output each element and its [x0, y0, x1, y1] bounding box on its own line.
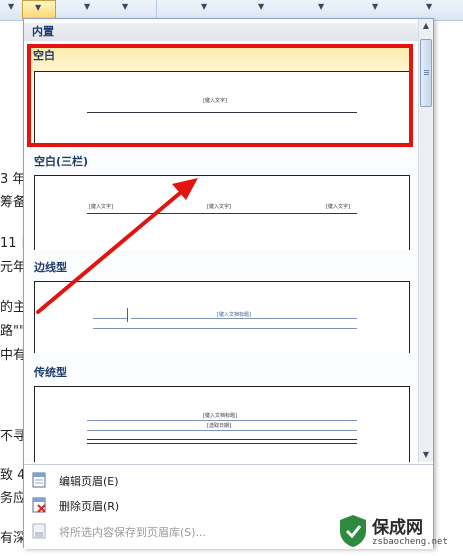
scrollbar-thumb[interactable] — [420, 39, 432, 107]
dropdown-arrow-icon[interactable]: ▼ — [372, 2, 378, 11]
doc-line: 3 年 — [0, 172, 26, 187]
gallery-item-label: 空白(三栏) — [34, 155, 89, 168]
shield-logo-icon — [340, 515, 366, 547]
save-to-gallery-icon — [32, 523, 46, 539]
gallery-item-label: 边线型 — [34, 261, 67, 274]
thumbnail-rule — [87, 420, 357, 421]
highlight-box — [27, 44, 413, 147]
dropdown-arrow-icon[interactable]: ▼ — [201, 2, 207, 11]
scroll-down-icon[interactable]: ▼ — [419, 448, 433, 462]
watermark-title: 保成网 — [372, 518, 423, 538]
ribbon-separator — [156, 0, 157, 18]
section-header-builtin: 内置 — [24, 23, 418, 41]
thumbnail-rule — [127, 308, 128, 322]
header-gallery-dropdown: 内置 空白 [键入文字] 空白(三栏) [键入文字] [键入文字] [键入文字]… — [23, 18, 434, 549]
thumbnail-placeholder: [键入文字] — [207, 204, 231, 210]
gallery-thumbnail: [键入文档标题] [选取日期] — [34, 386, 410, 462]
watermark: 保成网 zsbaocheng.net — [334, 512, 462, 552]
thumbnail-rule — [93, 318, 127, 319]
gallery-thumbnail: [键入文字] [键入文字] [键入文字] — [34, 175, 410, 250]
thumbnail-rule — [93, 328, 357, 329]
menu-item-label: 删除页眉(R) — [59, 500, 120, 513]
gallery-scrollbar[interactable]: ▲ ▼ — [418, 19, 433, 462]
thumbnail-rule — [87, 443, 357, 444]
menu-item-label: 编辑页眉(E) — [59, 475, 119, 488]
dropdown-arrow-icon[interactable]: ▼ — [122, 2, 128, 11]
thumbnail-placeholder: [键入文字] — [326, 204, 350, 210]
dropdown-arrow-icon[interactable]: ▼ — [426, 2, 432, 11]
grip-line — [424, 70, 429, 71]
dropdown-arrow-icon[interactable]: ▼ — [258, 2, 264, 11]
dropdown-arrow-icon[interactable]: ▼ — [318, 2, 324, 11]
edit-header-menu-item[interactable]: 编辑页眉(E) — [24, 468, 433, 492]
thumbnail-placeholder: [选取日期] — [207, 423, 231, 429]
thumbnail-rule — [87, 430, 357, 431]
remove-header-icon — [32, 497, 46, 513]
grip-line — [424, 72, 429, 73]
header-dropdown-button[interactable]: ▼ — [22, 0, 56, 19]
scroll-up-icon[interactable]: ▲ — [419, 19, 433, 33]
grip-line — [424, 74, 429, 75]
thumbnail-rule — [87, 213, 357, 214]
thumbnail-placeholder: [键入文档标题] — [217, 312, 251, 318]
thumbnail-placeholder: [键入文档标题] — [203, 413, 237, 419]
doc-line: 路"" — [0, 324, 25, 339]
gallery-item-label: 传统型 — [34, 366, 67, 379]
thumbnail-rule — [87, 439, 357, 440]
thumbnail-placeholder: [键入文字] — [89, 204, 113, 210]
thumbnail-rule — [131, 318, 357, 319]
edit-header-icon — [32, 472, 46, 488]
dropdown-arrow-icon[interactable]: ▼ — [8, 2, 14, 11]
gallery-thumbnail: [键入文档标题] — [34, 281, 410, 353]
doc-line: 致 4 — [0, 468, 26, 483]
menu-item-label: 将所选内容保存到页眉库(S)... — [59, 526, 207, 539]
watermark-url: zsbaocheng.net — [372, 537, 448, 547]
dropdown-arrow-icon: ▼ — [35, 3, 42, 12]
header-gallery: 内置 空白 [键入文字] 空白(三栏) [键入文字] [键入文字] [键入文字]… — [24, 19, 418, 462]
dropdown-arrow-icon[interactable]: ▼ — [84, 2, 90, 11]
